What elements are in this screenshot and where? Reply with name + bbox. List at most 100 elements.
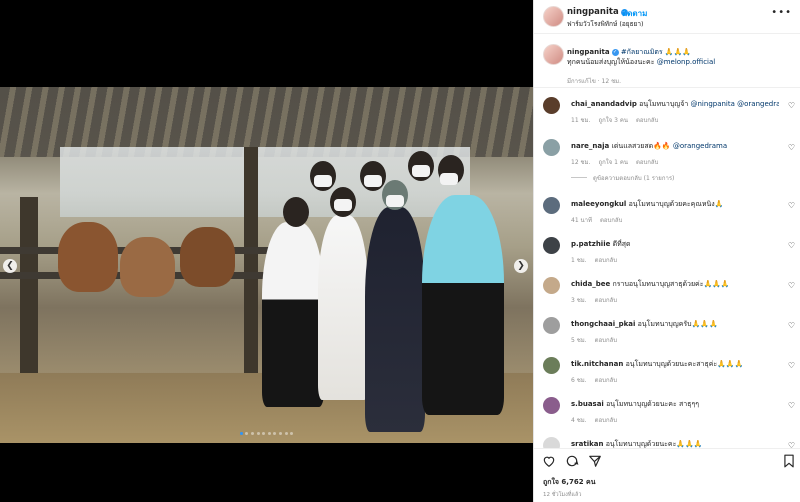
comment-time: 4 ชม. (571, 417, 587, 424)
reply-button[interactable]: ตอบกลับ (595, 297, 617, 304)
face-mask (334, 199, 352, 211)
comment-text: s.buasai อนุโมทนาบุญด้วยนะคะ สาธุๆๆ (571, 399, 779, 410)
comment-text: maleeyongkul อนุโมทนาบุญด้วยคะคุณหนิง🙏 (571, 199, 779, 210)
face-mask (364, 175, 382, 187)
cow (120, 237, 175, 297)
caption-mention[interactable]: @melonp.official (657, 58, 716, 66)
comment-body: อนุโมทนาบุญครับ🙏🙏🙏 (637, 320, 718, 328)
share-icon[interactable] (588, 454, 602, 468)
comment-likes[interactable]: ถูกใจ 1 คน (598, 159, 627, 166)
carousel-dot (267, 432, 271, 435)
person (318, 215, 368, 400)
comment-body: อนุโมทนาบุญด้วยนะคะ🙏🙏🙏 (605, 440, 703, 448)
carousel-dot (262, 432, 266, 435)
comment-username[interactable]: tik.nitchanan (571, 360, 623, 368)
post-header: ningpanita ✓ ติดตาม ฟาร์มวัวโรงพิทักษ์ (อ… (534, 0, 800, 34)
comment-item: p.patzhiie ดีที่สุด 1 ชม. ตอบกลับ ♡ (534, 236, 800, 276)
comment-like-icon[interactable]: ♡ (788, 401, 795, 410)
comment-body: กราบอนุโมทนาบุญสาธุด้วยค่ะ🙏🙏🙏 (612, 280, 730, 288)
barn-opening (60, 147, 470, 217)
avatar[interactable] (543, 357, 560, 374)
caption-line2: ทุกคนน้อมส่งบุญให้น้องนะคะ (567, 58, 655, 66)
comment-username[interactable]: thongchaai_pkai (571, 320, 635, 328)
comment-mention[interactable]: @ningpanita @orangedrama (691, 100, 780, 108)
comment-time: 11 ชม. (571, 117, 591, 124)
like-count[interactable]: ถูกใจ 6,762 คน (543, 477, 595, 488)
caption-hashtag[interactable]: #กัลยาณมิตร (621, 48, 663, 56)
verified-icon: ✓ (611, 49, 619, 56)
comment-username[interactable]: nare_naja (571, 142, 609, 150)
avatar[interactable] (543, 237, 560, 254)
carousel-dot (251, 432, 255, 435)
comment-likes[interactable]: ถูกใจ 3 คน (598, 117, 627, 124)
comment-text: tik.nitchanan อนุโมทนาบุญด้วยนะคะสาธุค่ะ… (571, 359, 779, 370)
comment-username[interactable]: chai_anandadvip (571, 100, 637, 108)
face-mask (440, 173, 458, 185)
comment-body: อนุโมทนาบุญด้วยนะคะสาธุค่ะ🙏🙏🙏 (625, 360, 744, 368)
person (262, 222, 324, 407)
caption-edited: มีการแก้ไข · 12 ชม. (567, 78, 621, 85)
avatar[interactable] (543, 6, 564, 27)
previous-slide-button[interactable]: ❮ (3, 259, 17, 273)
reply-button[interactable]: ตอบกลับ (595, 257, 617, 264)
comment-item: maleeyongkul อนุโมทนาบุญด้วยคะคุณหนิง🙏 41… (534, 196, 800, 236)
reply-button[interactable]: ตอบกลับ (600, 217, 622, 224)
comment-item: thongchaai_pkai อนุโมทนาบุญครับ🙏🙏🙏 5 ชม. ต… (534, 316, 800, 356)
comment-meta: 1 ชม. ตอบกลับ (571, 255, 625, 265)
comment-item: chai_anandadvip อนุโมทนาบุญจ้า @ningpani… (534, 96, 800, 136)
avatar[interactable] (543, 277, 560, 294)
comment-item: tik.nitchanan อนุโมทนาบุญด้วยนะคะสาธุค่ะ… (534, 356, 800, 396)
carousel-dot (239, 432, 243, 435)
reply-button[interactable]: ตอบกลับ (595, 377, 617, 384)
post-photo (0, 87, 533, 443)
comment-body: เด่นแลสวยสด🔥🔥 (611, 142, 671, 150)
comment-icon[interactable] (565, 454, 579, 468)
next-slide-button[interactable]: ❯ (514, 259, 528, 273)
comment-like-icon[interactable]: ♡ (788, 143, 795, 152)
comment-username[interactable]: s.buasai (571, 400, 604, 408)
replies-divider (571, 177, 587, 178)
reply-button[interactable]: ตอบกลับ (636, 117, 658, 124)
comment-username[interactable]: chida_bee (571, 280, 610, 288)
heart-icon[interactable] (542, 454, 556, 468)
post-timestamp: 12 ชั่วโมงที่แล้ว (543, 492, 582, 498)
avatar[interactable] (543, 397, 560, 414)
carousel-dot (273, 432, 277, 435)
comment-like-icon[interactable]: ♡ (788, 241, 795, 250)
comment-text: chida_bee กราบอนุโมทนาบุญสาธุด้วยค่ะ🙏🙏🙏 (571, 279, 779, 290)
more-options-icon[interactable]: ••• (771, 7, 792, 18)
post-viewer: ❮ ❯ ningpanita ✓ ติดตาม ฟาร์มวัวโรงพิทักษ… (0, 0, 800, 502)
comment-like-icon[interactable]: ♡ (788, 321, 795, 330)
view-replies-button[interactable]: ดูข้อความตอบกลับ (1 รายการ) (571, 173, 674, 183)
avatar[interactable] (543, 317, 560, 334)
reply-button[interactable]: ตอบกลับ (636, 159, 658, 166)
location-link[interactable]: ฟาร์มวัวโรงพิทักษ์ (อยุธยา) (567, 19, 644, 29)
carousel-dot (256, 432, 260, 435)
comment-body: อนุโมทนาบุญด้วยนะคะ สาธุๆๆ (606, 400, 699, 408)
comment-username[interactable]: sratikan (571, 440, 603, 448)
avatar[interactable] (543, 97, 560, 114)
comment-like-icon[interactable]: ♡ (788, 281, 795, 290)
bookmark-icon[interactable] (783, 454, 795, 468)
comment-username[interactable]: maleeyongkul (571, 200, 626, 208)
comment-like-icon[interactable]: ♡ (788, 361, 795, 370)
avatar[interactable] (543, 44, 564, 65)
comment-meta: 4 ชม. ตอบกลับ (571, 415, 625, 425)
comment-like-icon[interactable]: ♡ (788, 201, 795, 210)
comment-time: 6 ชม. (571, 377, 587, 384)
comment-username[interactable]: p.patzhiie (571, 240, 610, 248)
post-sidebar: ningpanita ✓ ติดตาม ฟาร์มวัวโรงพิทักษ์ (อ… (533, 0, 800, 502)
reply-button[interactable]: ตอบกลับ (595, 417, 617, 424)
comment-like-icon[interactable]: ♡ (788, 101, 795, 110)
avatar[interactable] (543, 197, 560, 214)
carousel-dot (245, 432, 249, 435)
header-username[interactable]: ningpanita ✓ (567, 7, 628, 17)
comment-time: 1 ชม. (571, 257, 587, 264)
avatar[interactable] (543, 139, 560, 156)
comment-mention[interactable]: @orangedrama (673, 142, 727, 150)
caption-username[interactable]: ningpanita (567, 48, 610, 56)
reply-button[interactable]: ตอบกลับ (595, 337, 617, 344)
comment-meta: 11 ชม. ถูกใจ 3 คน ตอบกลับ (571, 115, 666, 125)
comment-time: 3 ชม. (571, 297, 587, 304)
comment-time: 12 ชม. (571, 159, 591, 166)
